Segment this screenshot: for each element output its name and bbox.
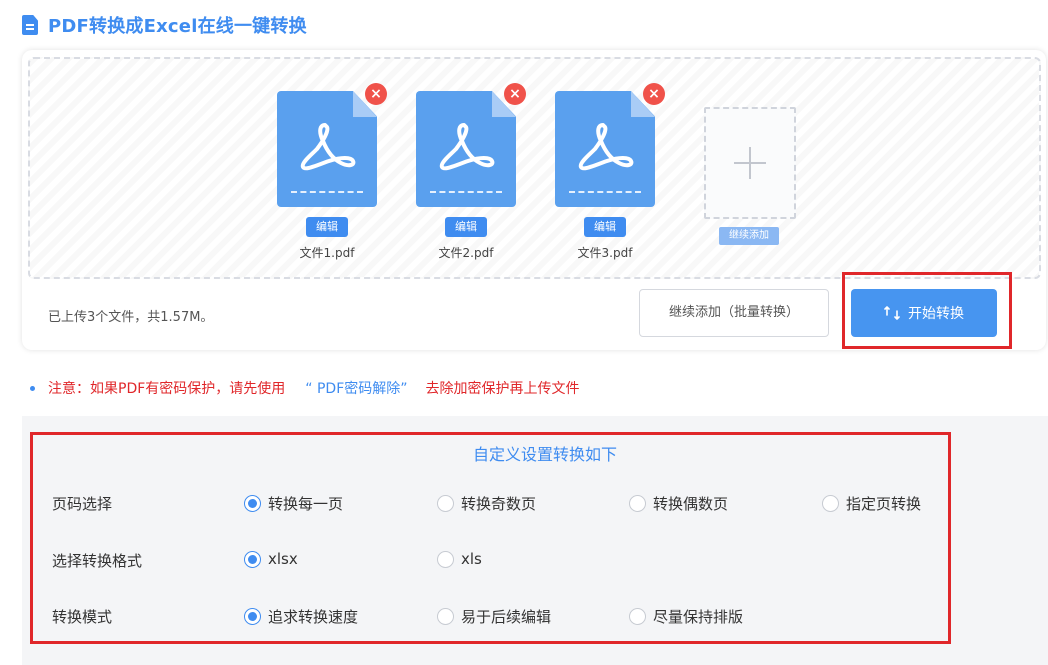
- plus-icon: [734, 147, 766, 179]
- radio-convert-all-pages[interactable]: 转换每一页: [244, 493, 343, 514]
- page-title-text: PDF转换成Excel在线一键转换: [48, 16, 307, 37]
- file-name: 文件3.pdf: [577, 246, 633, 260]
- format-label: 选择转换格式: [52, 552, 143, 570]
- start-convert-button[interactable]: 开始转换: [851, 289, 997, 337]
- notice-prefix: 注意：如果PDF有密码保护，请先使用: [48, 381, 286, 397]
- swap-icon: [884, 306, 900, 320]
- radio-mode-speed[interactable]: 追求转换速度: [244, 606, 358, 627]
- radio-convert-specified-pages[interactable]: 指定页转换: [822, 493, 921, 514]
- remove-file-button[interactable]: ×: [504, 83, 526, 105]
- file-name: 文件2.pdf: [438, 246, 494, 260]
- file-name: 文件1.pdf: [299, 246, 355, 260]
- radio-icon: [629, 608, 646, 625]
- pdf-logo-icon: [300, 123, 356, 171]
- pdf-logo-icon: [578, 123, 634, 171]
- radio-selected-icon: [244, 495, 261, 512]
- radio-format-xls[interactable]: xls: [437, 550, 482, 568]
- remove-file-button[interactable]: ×: [365, 83, 387, 105]
- document-icon: [22, 15, 38, 35]
- upload-card: × 编辑 文件1.pdf × 编辑 文件2.pdf × 编辑 文件3.pdf 继…: [22, 50, 1046, 350]
- upload-status: 已上传3个文件，共1.57M。: [48, 310, 214, 325]
- radio-convert-odd-pages[interactable]: 转换奇数页: [437, 493, 536, 514]
- continue-add-button[interactable]: 继续添加（批量转换）: [639, 289, 829, 337]
- radio-mode-layout[interactable]: 尽量保持排版: [629, 606, 743, 627]
- radio-selected-icon: [244, 608, 261, 625]
- radio-icon: [437, 608, 454, 625]
- radio-mode-editable[interactable]: 易于后续编辑: [437, 606, 551, 627]
- radio-format-xlsx[interactable]: xlsx: [244, 550, 298, 568]
- radio-icon: [822, 495, 839, 512]
- file-drop-zone[interactable]: × 编辑 文件1.pdf × 编辑 文件2.pdf × 编辑 文件3.pdf 继…: [28, 57, 1041, 279]
- edit-file-button[interactable]: 编辑: [445, 217, 487, 237]
- password-notice: 注意：如果PDF有密码保护，请先使用 “ PDF密码解除” 去除加密保护再上传文…: [30, 378, 580, 398]
- radio-icon: [437, 495, 454, 512]
- settings-title: 自定义设置转换如下: [472, 445, 617, 464]
- page-range-label: 页码选择: [52, 495, 113, 513]
- radio-icon: [629, 495, 646, 512]
- page-title: PDF转换成Excel在线一键转换: [22, 12, 307, 38]
- mode-label: 转换模式: [52, 608, 113, 626]
- radio-selected-icon: [244, 550, 261, 568]
- pdf-unlock-link[interactable]: “ PDF密码解除”: [305, 378, 407, 398]
- add-file-label-button[interactable]: 继续添加: [719, 227, 779, 245]
- notice-suffix: 去除加密保护再上传文件: [425, 381, 580, 397]
- radio-convert-even-pages[interactable]: 转换偶数页: [629, 493, 728, 514]
- edit-file-button[interactable]: 编辑: [584, 217, 626, 237]
- start-convert-label: 开始转换: [908, 306, 964, 322]
- pdf-logo-icon: [439, 123, 495, 171]
- add-file-tile[interactable]: [704, 107, 796, 219]
- bullet-dot: [30, 385, 35, 391]
- edit-file-button[interactable]: 编辑: [306, 217, 348, 237]
- remove-file-button[interactable]: ×: [643, 83, 665, 105]
- radio-icon: [437, 550, 454, 568]
